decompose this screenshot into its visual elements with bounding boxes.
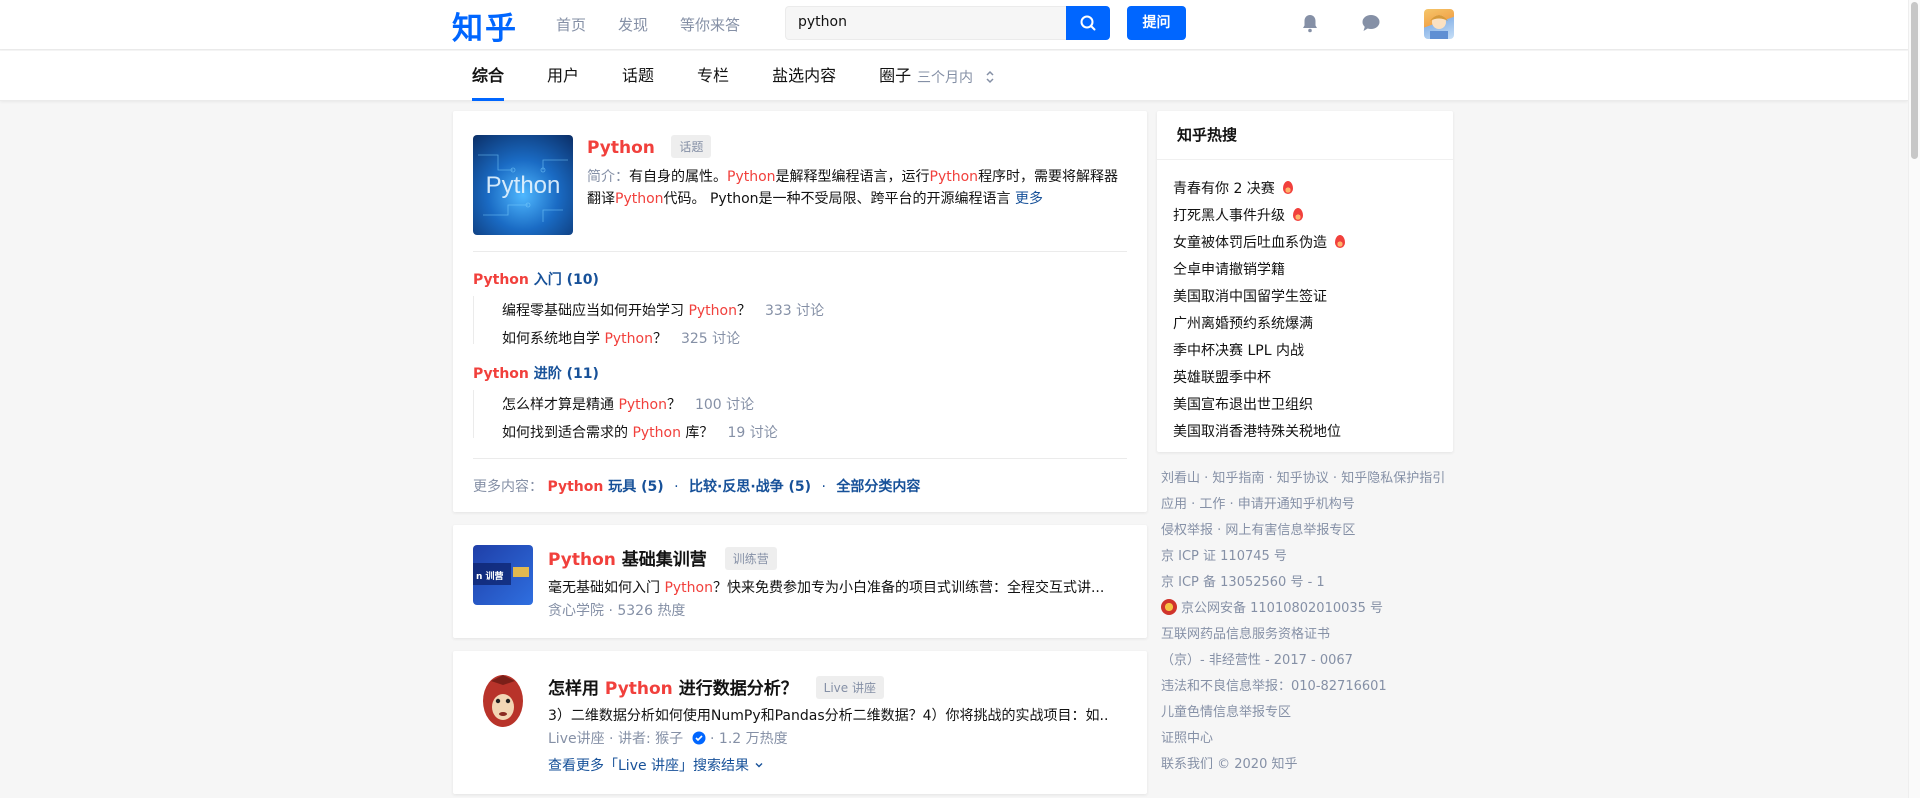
question-link[interactable]: 如何系统地自学 Python？ 325 讨论 <box>502 328 740 348</box>
svg-text:Python: Python <box>486 172 561 199</box>
section-title-beginner[interactable]: Python 入门 (10) <box>473 269 599 289</box>
question-link[interactable]: 怎么样才算是精通 Python？ 100 讨论 <box>502 394 754 414</box>
side-footer: 刘看山 · 知乎指南 · 知乎协议 · 知乎隐私保护指引 应用 · 工作 · 申请… <box>1161 466 1461 778</box>
footer-line[interactable]: 京公网安备 11010802010035 号 <box>1161 596 1461 622</box>
hot-search-item[interactable]: 美国宣布退出世卫组织 <box>1173 390 1453 417</box>
intro-more-link[interactable]: 更多 <box>1015 191 1043 207</box>
section-line <box>473 390 474 438</box>
tab-salt-content[interactable]: 盐选内容 <box>772 51 836 101</box>
scrollbar-thumb[interactable] <box>1911 2 1918 159</box>
topic-title[interactable]: Python <box>587 138 655 158</box>
verified-icon <box>692 731 706 745</box>
hot-search-item[interactable]: 仝卓申请撤销学籍 <box>1173 255 1453 282</box>
python-circuit-image: Python <box>478 154 568 222</box>
camp-description: 毫无基础如何入门 Python？快来免费参加专为小白准备的项目式训练营：全程交互… <box>548 580 1105 596</box>
question-link[interactable]: 编程零基础应当如何开始学习 Python？ 333 讨论 <box>502 300 824 320</box>
hot-search-title: 知乎热搜 <box>1157 111 1453 160</box>
training-camp-card: n 训营 Python 基础集训营 训练营 毫无基础如何入门 Python？快来… <box>453 525 1147 638</box>
footer-line[interactable]: 侵权举报 · 网上有害信息举报专区 <box>1161 518 1461 544</box>
search-button[interactable] <box>1066 6 1110 40</box>
user-avatar[interactable] <box>1424 9 1454 39</box>
zhihu-logo[interactable]: 知乎 <box>452 3 518 48</box>
footer-line[interactable]: 应用 · 工作 · 申请开通知乎机构号 <box>1161 492 1461 518</box>
live-tag: Live 讲座 <box>815 676 884 699</box>
footer-line[interactable]: （京）- 非经营性 - 2017 - 0067 <box>1161 648 1461 674</box>
live-lecture-card: 怎样用 Python 进行数据分析？ Live 讲座 3）二维数据分析如何使用N… <box>453 651 1147 794</box>
police-badge-icon <box>1161 599 1177 615</box>
avatar-image <box>1430 15 1448 39</box>
fire-icon <box>1335 235 1345 248</box>
main-nav: 首页 发现 等你来答 <box>556 14 740 35</box>
topic-thumbnail[interactable]: Python <box>473 135 573 235</box>
live-meta: Live讲座 · 讲者: 猴子 · 1.2 万热度 <box>548 731 788 747</box>
camp-thumbnail[interactable]: n 训营 <box>473 545 533 605</box>
footer-line[interactable]: 京 ICP 备 13052560 号 - 1 <box>1161 570 1461 596</box>
hot-search-item[interactable]: 打死黑人事件升级 <box>1173 201 1453 228</box>
message-icon[interactable] <box>1360 12 1382 34</box>
tab-topics[interactable]: 话题 <box>622 51 654 101</box>
lecturer-avatar[interactable] <box>473 671 533 731</box>
tab-users[interactable]: 用户 <box>547 51 579 101</box>
sort-arrows-icon <box>986 70 994 84</box>
fire-icon <box>1293 208 1303 221</box>
hot-search-item[interactable]: 美国取消香港特殊关税地位 <box>1173 417 1453 444</box>
svg-text:n 训营: n 训营 <box>476 570 504 582</box>
live-description: 3）二维数据分析如何使用NumPy和Pandas分析二维数据？4）你将挑战的实战… <box>548 708 1108 724</box>
ask-question-button[interactable]: 提问 <box>1127 6 1186 40</box>
chevron-down-icon <box>755 763 762 768</box>
section-title-advanced[interactable]: Python 进阶 (11) <box>473 363 599 383</box>
footer-line[interactable]: 证照中心 <box>1161 726 1461 752</box>
nav-waiting-answers[interactable]: 等你来答 <box>680 14 740 35</box>
monkey-avatar-image <box>483 675 523 727</box>
footer-line[interactable]: 京 ICP 证 110745 号 <box>1161 544 1461 570</box>
hot-search-item[interactable]: 广州离婚预约系统爆满 <box>1173 309 1453 336</box>
hot-search-list: 青春有你 2 决赛 打死黑人事件升级 女童被体罚后吐血系伪造 仝卓申请撤销学籍 美国取消… <box>1157 160 1453 444</box>
hot-search-item[interactable]: 美国取消中国留学生签证 <box>1173 282 1453 309</box>
live-title[interactable]: 怎样用 Python 进行数据分析？ Live 讲座 <box>548 674 884 699</box>
tab-all[interactable]: 综合 <box>472 51 505 101</box>
topic-intro: 简介：有自身的属性。Python是解释型编程语言，运行Python程序时，需要将… <box>587 169 1119 207</box>
divider <box>473 458 1127 459</box>
hot-search-item[interactable]: 青春有你 2 决赛 <box>1173 174 1453 201</box>
bell-icon[interactable] <box>1299 12 1321 34</box>
camp-meta: 贪心学院 · 5326 热度 <box>548 603 686 619</box>
hot-search-item[interactable]: 英雄联盟季中杯 <box>1173 363 1453 390</box>
fire-icon <box>1282 181 1293 194</box>
footer-line[interactable]: 刘看山 · 知乎指南 · 知乎协议 · 知乎隐私保护指引 <box>1161 466 1461 492</box>
footer-line[interactable]: 互联网药品信息服务资格证书 <box>1161 622 1461 648</box>
hot-search-item[interactable]: 季中杯决赛 LPL 内战 <box>1173 336 1453 363</box>
camp-title[interactable]: Python 基础集训营 训练营 <box>548 545 777 570</box>
more-link-all-categories[interactable]: 全部分类内容 <box>836 479 920 495</box>
search-input[interactable]: python <box>785 6 1067 40</box>
time-range-label: 三个月内 <box>917 70 973 86</box>
question-link[interactable]: 如何找到适合需求的 Python 库？ 19 讨论 <box>502 422 778 442</box>
divider <box>473 251 1127 252</box>
footer-line[interactable]: 违法和不良信息举报：010-82716601 <box>1161 674 1461 700</box>
footer-line[interactable]: 联系我们 © 2020 知乎 <box>1161 752 1461 778</box>
topic-title-row: Python 话题 <box>587 135 712 158</box>
topic-tag: 话题 <box>671 135 712 158</box>
footer-line[interactable]: 儿童色情信息举报专区 <box>1161 700 1461 726</box>
see-more-live-link[interactable]: 查看更多「Live 讲座」搜索结果 <box>548 755 764 775</box>
search-type-tabs: 综合 用户 话题 专栏 盐选内容 圈子 三个月内 <box>0 51 1908 101</box>
top-header: 知乎 首页 发现 等你来答 python 提问 <box>0 0 1908 50</box>
search-icon <box>1080 15 1096 31</box>
section-line <box>473 296 474 344</box>
nav-explore[interactable]: 发现 <box>618 14 648 35</box>
more-content-row: 更多内容： Python 玩具 (5) · 比较·反思·战争 (5) · 全部分… <box>473 479 921 495</box>
hot-search-panel: 知乎热搜 青春有你 2 决赛 打死黑人事件升级 女童被体罚后吐血系伪造 仝卓申请撤销学… <box>1157 111 1453 452</box>
camp-banner-image: n 训营 <box>473 563 529 585</box>
tab-columns[interactable]: 专栏 <box>697 51 729 101</box>
tab-circles[interactable]: 圈子 <box>879 51 911 101</box>
time-range-select[interactable]: 三个月内 <box>917 67 995 87</box>
more-link-compare[interactable]: 比较·反思·战争 (5) <box>689 479 811 495</box>
nav-home[interactable]: 首页 <box>556 14 586 35</box>
more-link-toys[interactable]: Python 玩具 (5) <box>547 479 663 495</box>
page-scrollbar[interactable] <box>1908 0 1920 798</box>
camp-tag: 训练营 <box>724 547 777 570</box>
topic-result-card: Python Python 话题 简介：有自身的属性。Python是解释型编程语… <box>453 111 1147 512</box>
hot-search-item[interactable]: 女童被体罚后吐血系伪造 <box>1173 228 1453 255</box>
